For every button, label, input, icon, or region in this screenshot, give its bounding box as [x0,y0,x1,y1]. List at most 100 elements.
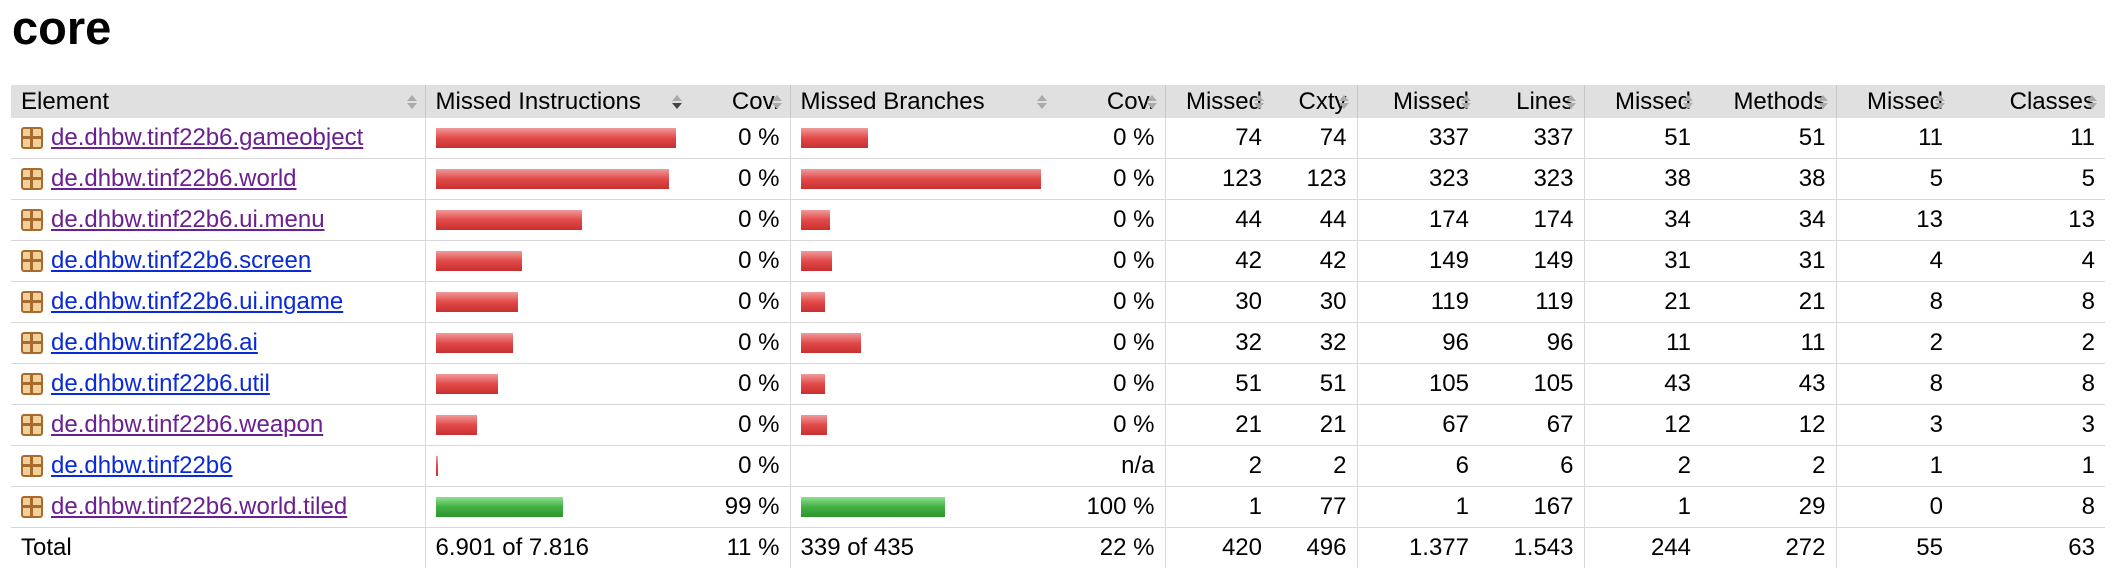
package-link[interactable]: de.dhbw.tinf22b6.weapon [51,411,323,439]
instr-cov-value: 0 % [690,404,790,446]
table-row: de.dhbw.tinf22b6 0 % n/a 2 2 6 6 2 2 1 1 [11,445,2105,487]
lines-value: 174 [1479,199,1584,241]
total-missed-cxty: 420 [1164,527,1272,568]
table-row: de.dhbw.tinf22b6.ui.menu 0 % 0 % 44 44 174 174… [11,199,2105,241]
col-header-missed-methods[interactable]: Missed [1583,85,1701,118]
missed-classes-value: 11 [1835,118,1953,159]
cxty-value: 44 [1272,199,1357,241]
col-header-missed-lines[interactable]: Missed [1356,85,1479,118]
branch-cov-value: 0 % [1055,404,1165,446]
missed-branches-cell [789,240,1055,282]
instructions-missed-bar [435,169,669,189]
instructions-missed-bar [435,415,477,435]
col-header-cxty[interactable]: Cxty [1272,85,1357,118]
missed-cxty-value: 44 [1164,199,1272,241]
package-link[interactable]: de.dhbw.tinf22b6.world.tiled [51,493,347,521]
missed-cxty-value: 32 [1164,322,1272,364]
total-methods: 272 [1785,534,1826,561]
classes-value: 2 [1953,322,2105,364]
missed-instructions-cell [424,158,690,200]
col-header-label: Missed Branches [800,87,985,115]
package-icon [21,455,43,477]
col-header-instr-cov[interactable]: Cov. [690,85,790,118]
package-link[interactable]: de.dhbw.tinf22b6.gameobject [51,124,363,152]
missed-methods-value: 12 [1583,404,1701,446]
missed-instructions-cell [424,118,690,159]
cxty-value: 77 [1272,486,1357,528]
col-header-label: Missed [1185,87,1262,115]
missed-cxty-value: 1 [1164,486,1272,528]
table-row: de.dhbw.tinf22b6.gameobject 0 % 0 % 74 74 337… [11,118,2105,159]
instructions-missed-bar [435,333,513,353]
package-link[interactable]: de.dhbw.tinf22b6.ui.menu [51,206,325,234]
sort-icon [1461,95,1471,109]
total-missed-classes: 55 [1835,527,1953,568]
methods-value: 38 [1701,158,1836,200]
missed-methods-value: 38 [1583,158,1701,200]
lines-value: 105 [1479,363,1584,405]
missed-methods-value: 21 [1583,281,1701,323]
cxty-value: 21 [1272,404,1357,446]
total-missed-lines: 1.377 [1356,527,1479,568]
branches-bar [800,374,1046,394]
methods-value: 11 [1701,322,1836,364]
missed-methods-value: 34 [1583,199,1701,241]
total-missed-branches: 339 of 435 [789,527,1055,568]
missed-branches-cell [789,363,1055,405]
branch-cov-value: n/a [1055,445,1165,487]
methods-value: 2 [1701,445,1836,487]
package-link[interactable]: de.dhbw.tinf22b6.ai [51,329,258,357]
lines-value: 67 [1479,404,1584,446]
missed-classes-value: 8 [1835,281,1953,323]
instructions-bar [435,169,681,189]
branches-bar [800,292,1046,312]
missed-methods-value: 1 [1583,486,1701,528]
instructions-bar [435,456,681,476]
missed-branches-cell [789,404,1055,446]
missed-instructions-cell [424,281,690,323]
table-row: de.dhbw.tinf22b6.screen 0 % 0 % 42 42 149 149 3… [11,240,2105,282]
package-link[interactable]: de.dhbw.tinf22b6.util [51,370,270,398]
coverage-table: Element Missed Instructions Cov. Missed … [11,85,2105,568]
col-header-missed-cxty[interactable]: Missed [1164,85,1272,118]
branches-bar [800,415,1046,435]
total-instr-cov: 11 % [726,534,780,561]
lines-value: 167 [1479,486,1584,528]
methods-value: 12 [1701,404,1836,446]
branch-cov-value: 0 % [1055,240,1165,282]
package-icon [21,127,43,149]
instr-cov-value: 0 % [690,199,790,241]
col-header-lines[interactable]: Lines [1479,85,1584,118]
branch-cov-value: 100 % [1055,486,1165,528]
col-header-branch-cov[interactable]: Cov. [1055,85,1165,118]
missed-cxty-value: 30 [1164,281,1272,323]
branch-cov-value: 0 % [1055,281,1165,323]
missed-instructions-cell [424,363,690,405]
total-cxty: 496 [1306,534,1347,561]
package-link[interactable]: de.dhbw.tinf22b6 [51,452,233,480]
col-header-missed-classes[interactable]: Missed [1835,85,1953,118]
col-header-missed-branches[interactable]: Missed Branches [789,85,1055,118]
col-header-methods[interactable]: Methods [1701,85,1836,118]
package-icon [21,373,43,395]
missed-cxty-value: 2 [1164,445,1272,487]
lines-value: 6 [1479,445,1584,487]
instr-cov-value: 0 % [690,158,790,200]
col-header-classes[interactable]: Classes [1953,85,2105,118]
col-header-label: Element [21,87,110,115]
col-header-element[interactable]: Element [11,85,425,118]
package-icon [21,168,43,190]
branch-cov-value: 0 % [1055,363,1165,405]
branches-missed-bar [800,210,830,230]
package-link[interactable]: de.dhbw.tinf22b6.screen [51,247,311,275]
package-link[interactable]: de.dhbw.tinf22b6.ui.ingame [51,288,343,316]
missed-instructions-cell [424,404,690,446]
package-link[interactable]: de.dhbw.tinf22b6.world [51,165,297,193]
col-header-missed-instructions[interactable]: Missed Instructions [424,85,690,118]
table-row: de.dhbw.tinf22b6.util 0 % 0 % 51 51 105 105 43 4… [11,363,2105,405]
classes-value: 8 [1953,363,2105,405]
missed-classes-value: 0 [1835,486,1953,528]
missed-classes-value: 3 [1835,404,1953,446]
sort-icon [1254,95,1264,109]
branches-bar [800,128,1046,148]
